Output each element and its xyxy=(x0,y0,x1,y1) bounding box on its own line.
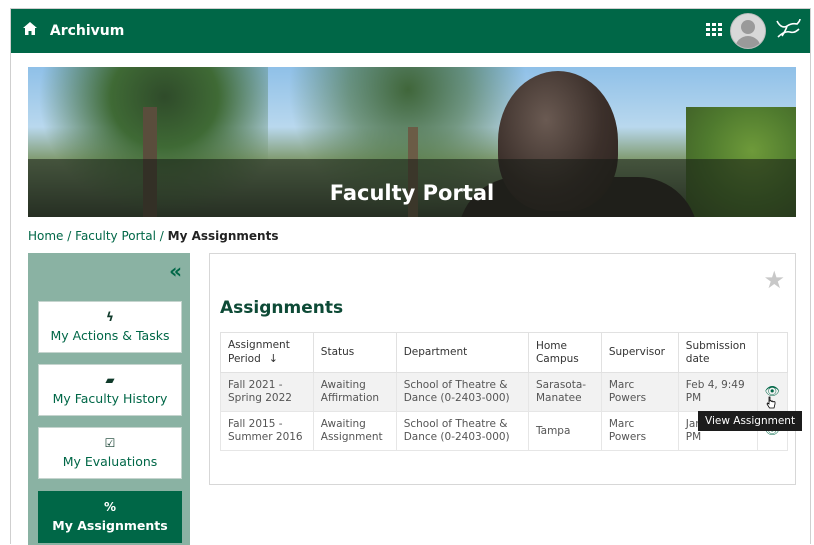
breadcrumb: Home / Faculty Portal / My Assignments xyxy=(28,229,278,243)
home-icon xyxy=(23,9,39,53)
favorite-star-icon[interactable]: ★ xyxy=(763,266,785,294)
view-assignment-tooltip: View Assignment xyxy=(698,411,803,431)
banner-title: Faculty Portal xyxy=(329,181,495,205)
app-title: Archivum xyxy=(49,23,125,39)
breadcrumb-home-link[interactable]: Home xyxy=(28,229,63,243)
app-brand[interactable]: Archivum xyxy=(23,9,124,53)
mouse-cursor-icon xyxy=(766,396,776,409)
apps-grid-icon[interactable] xyxy=(706,21,722,41)
cell-period: Fall 2015 - Summer 2016 xyxy=(220,411,314,451)
cell-supervisor: Marc Powers xyxy=(600,372,679,412)
table-header-row: Assignment Period ↓ Status Department Hom… xyxy=(220,332,789,373)
cell-status: Awaiting Affirmation xyxy=(312,372,397,412)
cell-campus: Sarasota-Manatee xyxy=(527,372,602,412)
sidebar-item-actions-tasks[interactable]: ϟ My Actions & Tasks xyxy=(38,301,182,353)
table-row[interactable]: Fall 2021 - Spring 2022 Awaiting Affirma… xyxy=(220,372,789,412)
cell-supervisor: Marc Powers xyxy=(600,411,679,451)
cell-period: Fall 2021 - Spring 2022 xyxy=(220,372,314,412)
sidebar-item-evaluations[interactable]: ☑ My Evaluations xyxy=(38,427,182,479)
column-header-campus[interactable]: Home Campus xyxy=(527,332,602,373)
cell-campus: Tampa xyxy=(527,411,602,451)
sidebar-item-faculty-history[interactable]: ▰ My Faculty History xyxy=(38,364,182,416)
column-header-submission-date[interactable]: Submission date xyxy=(677,332,758,373)
breadcrumb-separator: / xyxy=(159,229,164,243)
breadcrumb-portal-link[interactable]: Faculty Portal xyxy=(75,229,156,243)
cell-status: Awaiting Assignment xyxy=(312,411,397,451)
sidebar-item-label: My Assignments xyxy=(52,518,168,533)
column-header-supervisor[interactable]: Supervisor xyxy=(600,332,679,373)
assignments-panel: ★ Assignments Assignment Period ↓ Status … xyxy=(209,253,803,485)
sidebar-item-label: My Faculty History xyxy=(52,391,168,406)
sidebar-item-label: My Actions & Tasks xyxy=(50,328,170,343)
breadcrumb-separator: / xyxy=(67,229,72,243)
faculty-portal-banner: Faculty Portal xyxy=(28,67,796,217)
cell-submitted: Feb 4, 9:49 PM xyxy=(677,372,758,412)
sort-desc-icon[interactable]: ↓ xyxy=(269,352,278,365)
collapse-sidebar-icon[interactable]: « xyxy=(169,259,182,283)
assignments-table: Assignment Period ↓ Status Department Hom… xyxy=(220,332,789,451)
sidebar: « ϟ My Actions & Tasks ▰ My Faculty Hist… xyxy=(28,253,190,545)
column-header-actions xyxy=(756,332,789,373)
breadcrumb-current: My Assignments xyxy=(167,229,279,243)
top-navbar: Archivum xyxy=(11,9,810,53)
sidebar-item-label: My Evaluations xyxy=(62,454,158,469)
percent-icon: % xyxy=(103,500,117,514)
column-header-department[interactable]: Department xyxy=(395,332,529,373)
sidebar-item-assignments[interactable]: % My Assignments xyxy=(38,491,182,543)
cell-department: School of Theatre & Dance (0-2403-000) xyxy=(395,372,529,412)
column-header-period[interactable]: Assignment Period ↓ xyxy=(220,332,314,373)
app-window: Archivum Faculty Portal Home / Faculty P… xyxy=(10,8,811,545)
user-avatar[interactable] xyxy=(730,13,766,49)
assignments-heading: Assignments xyxy=(220,298,344,318)
column-header-status[interactable]: Status xyxy=(312,332,397,373)
cell-department: School of Theatre & Dance (0-2403-000) xyxy=(395,411,529,451)
book-icon: ▰ xyxy=(105,373,115,387)
bolt-icon: ϟ xyxy=(106,310,114,324)
calendar-check-icon: ☑ xyxy=(104,436,116,450)
bull-logo-icon xyxy=(774,17,802,45)
